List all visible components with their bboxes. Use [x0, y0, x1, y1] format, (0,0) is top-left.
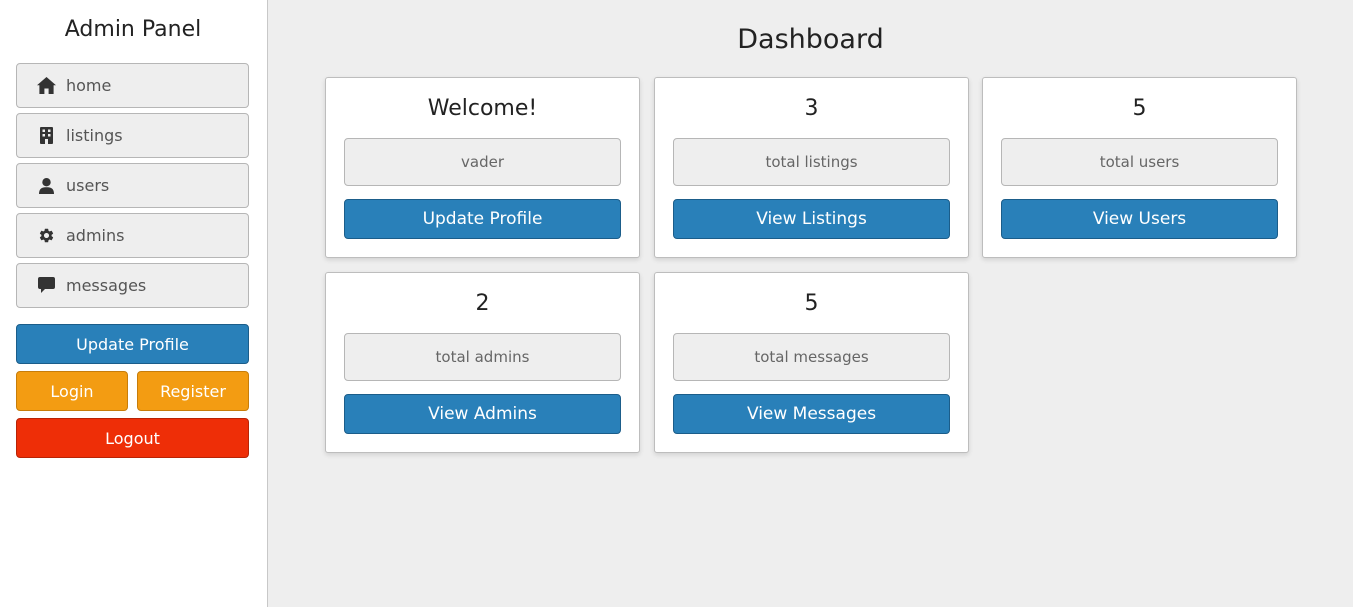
- sidebar-item-home[interactable]: home: [16, 63, 249, 108]
- sidebar-item-label: home: [66, 76, 112, 95]
- register-button[interactable]: Register: [137, 371, 249, 411]
- user-icon: [37, 176, 56, 195]
- sidebar-item-listings[interactable]: listings: [16, 113, 249, 158]
- card-heading: 2: [475, 291, 490, 316]
- admins-card: 2 total admins View Admins: [325, 272, 640, 453]
- card-heading: 5: [1132, 96, 1147, 121]
- card-value-box: vader: [344, 138, 621, 186]
- card-value-box: total admins: [344, 333, 621, 381]
- card-heading: 5: [804, 291, 819, 316]
- login-button[interactable]: Login: [16, 371, 128, 411]
- logout-button[interactable]: Logout: [16, 418, 249, 458]
- gear-icon: [37, 226, 56, 245]
- sidebar-item-admins[interactable]: admins: [16, 213, 249, 258]
- update-profile-button[interactable]: Update Profile: [344, 199, 621, 239]
- building-icon: [37, 126, 56, 145]
- welcome-card: Welcome! vader Update Profile: [325, 77, 640, 258]
- sidebar-item-users[interactable]: users: [16, 163, 249, 208]
- sidebar-title: Admin Panel: [64, 17, 202, 42]
- card-value-box: total messages: [673, 333, 950, 381]
- home-icon: [37, 76, 56, 95]
- sidebar-update-profile-button[interactable]: Update Profile: [16, 324, 249, 364]
- view-listings-button[interactable]: View Listings: [673, 199, 950, 239]
- page-title: Dashboard: [737, 24, 884, 55]
- sidebar: Admin Panel home listings users admins m…: [0, 0, 268, 607]
- users-card: 5 total users View Users: [982, 77, 1297, 258]
- sidebar-item-label: users: [66, 176, 110, 195]
- messages-card: 5 total messages View Messages: [654, 272, 969, 453]
- listings-card: 3 total listings View Listings: [654, 77, 969, 258]
- sidebar-item-label: listings: [66, 126, 123, 145]
- sidebar-item-label: admins: [66, 226, 125, 245]
- card-heading: 3: [804, 96, 819, 121]
- view-users-button[interactable]: View Users: [1001, 199, 1278, 239]
- view-admins-button[interactable]: View Admins: [344, 394, 621, 434]
- view-messages-button[interactable]: View Messages: [673, 394, 950, 434]
- sidebar-item-messages[interactable]: messages: [16, 263, 249, 308]
- card-value-box: total users: [1001, 138, 1278, 186]
- card-heading: Welcome!: [427, 96, 538, 121]
- comment-icon: [37, 276, 56, 295]
- card-value-box: total listings: [673, 138, 950, 186]
- sidebar-item-label: messages: [66, 276, 147, 295]
